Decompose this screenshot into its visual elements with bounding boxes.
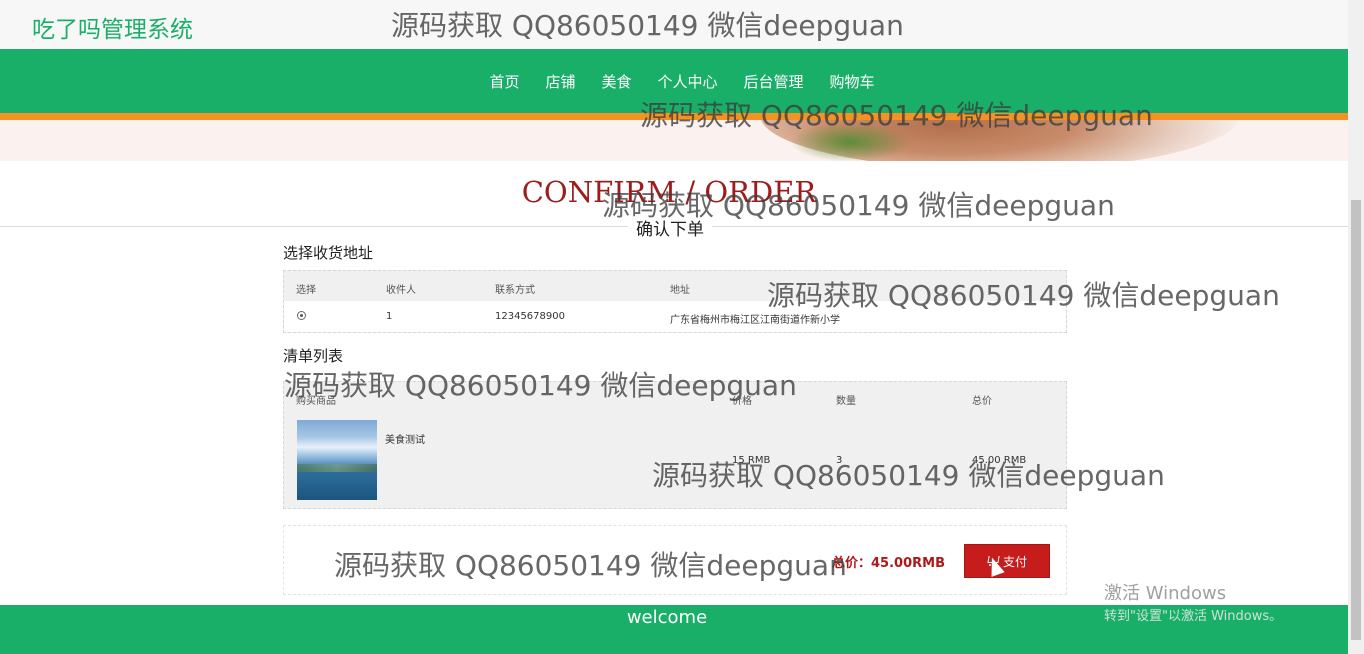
page: 吃了吗管理系统 首页 店铺 美食 个人中心 后台管理 购物车 CONFIRM /… [0, 0, 1364, 654]
payment-box: 总价：45.00RMB 支付 [283, 525, 1067, 595]
page-title-block: CONFIRM / ORDER 确认下单 [0, 161, 1348, 241]
address-recipient: 1 [386, 311, 393, 322]
items-table-header: 购买商品 价格 数量 总价 [284, 382, 1066, 412]
col-quantity: 数量 [836, 396, 856, 407]
col-address: 地址 [670, 285, 690, 296]
address-section-title: 选择收货地址 [283, 244, 374, 262]
product-thumbnail[interactable] [297, 420, 377, 500]
col-select: 选择 [296, 285, 316, 296]
address-table-header: 选择 收件人 联系方式 地址 [284, 271, 1066, 301]
nav-profile[interactable]: 个人中心 [658, 71, 718, 92]
nav-food[interactable]: 美食 [601, 71, 631, 92]
pay-button[interactable]: 支付 [964, 544, 1050, 578]
product-line-total: 45.00 RMB [972, 455, 1027, 466]
main-nav: 首页 店铺 美食 个人中心 后台管理 购物车 [0, 49, 1348, 113]
page-title-cn: 确认下单 [628, 215, 712, 240]
main-nav-bar: 首页 店铺 美食 个人中心 后台管理 购物车 [0, 49, 1348, 113]
banner-leaf-image [790, 122, 910, 161]
address-text: 广东省梅州市梅江区江南街道作新小学 [670, 315, 840, 326]
product-price: 15 RMB [732, 455, 771, 466]
address-table: 选择 收件人 联系方式 地址 1 12345678900 广东省梅州市梅江区江南… [283, 270, 1067, 333]
col-price: 价格 [732, 396, 752, 407]
col-product: 购买商品 [296, 396, 336, 407]
address-select-radio[interactable] [297, 311, 306, 323]
orange-divider [0, 113, 1348, 120]
address-phone: 12345678900 [495, 311, 565, 322]
top-bar: 吃了吗管理系统 [0, 0, 1348, 49]
nav-shops[interactable]: 店铺 [545, 71, 575, 92]
windows-activation-hint: 转到"设置"以激活 Windows。 [1104, 609, 1283, 624]
col-total: 总价 [972, 396, 992, 407]
items-section-title: 清单列表 [283, 347, 344, 365]
pay-button-label: 支付 [1002, 554, 1027, 569]
product-quantity: 3 [836, 455, 843, 466]
nav-admin[interactable]: 后台管理 [744, 71, 804, 92]
page-scrollbar[interactable] [1348, 0, 1364, 654]
windows-activation-title: 激活 Windows [1104, 583, 1227, 604]
banner-image [0, 120, 1348, 161]
nav-home[interactable]: 首页 [489, 71, 519, 92]
nav-cart[interactable]: 购物车 [830, 71, 875, 92]
product-name[interactable]: 美食测试 [385, 431, 425, 446]
scrollbar-thumb[interactable] [1351, 200, 1361, 640]
col-recipient: 收件人 [386, 285, 416, 296]
items-table: 购买商品 价格 数量 总价 美食测试 15 RMB 3 45.00 RMB [283, 381, 1067, 509]
address-row[interactable]: 1 12345678900 广东省梅州市梅江区江南街道作新小学 [284, 301, 1066, 332]
page-title-en: CONFIRM / ORDER [521, 175, 817, 209]
col-contact: 联系方式 [495, 285, 535, 296]
site-logo-text[interactable]: 吃了吗管理系统 [32, 10, 193, 44]
order-total: 总价：45.00RMB [832, 556, 945, 571]
